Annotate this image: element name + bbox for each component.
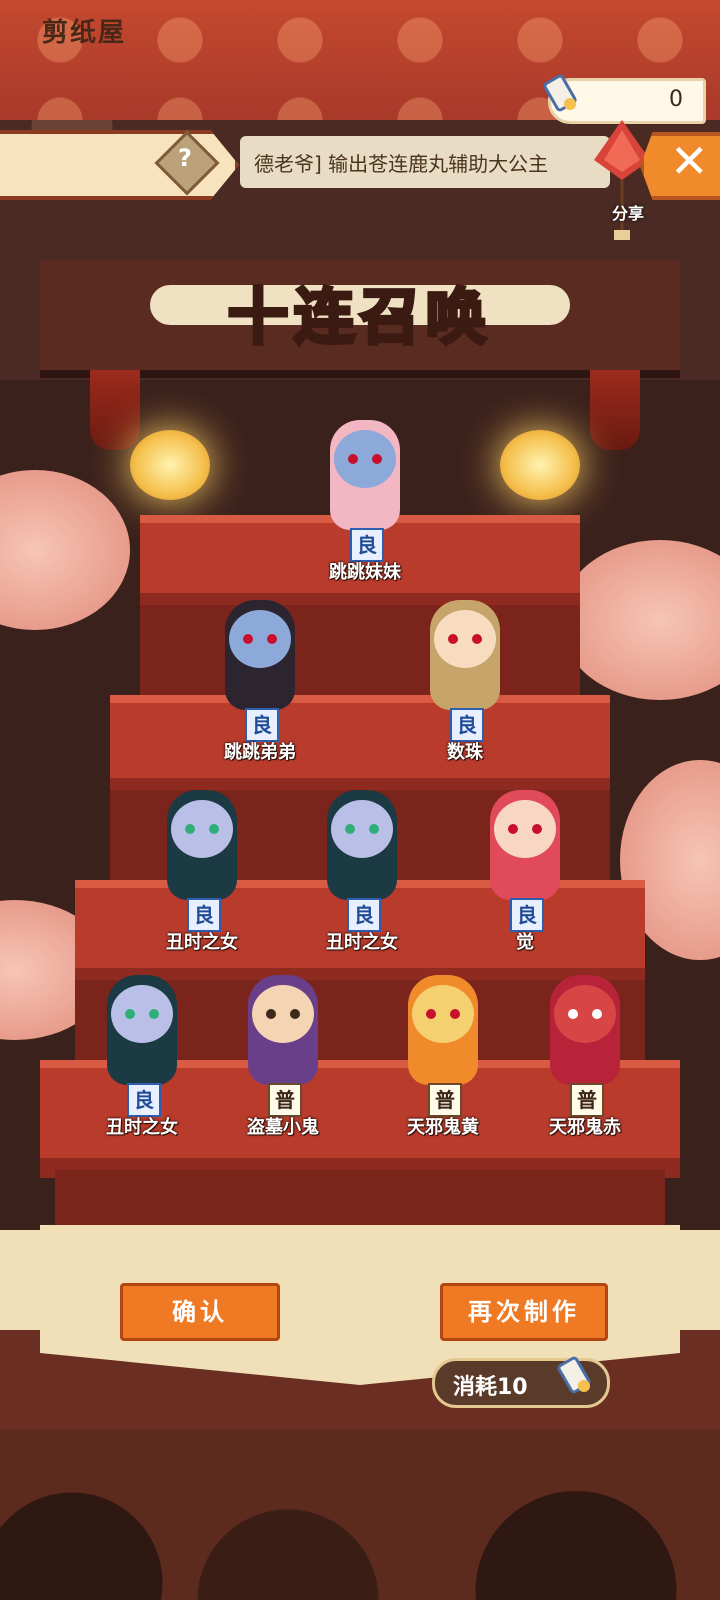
stair-base (55, 1170, 665, 1230)
page-title: 剪纸屋 (42, 18, 127, 48)
character-name: 觉 (516, 932, 534, 953)
eye (450, 1009, 460, 1019)
banner-title: 十连召唤 (226, 281, 492, 355)
eye (348, 454, 358, 464)
result-card[interactable]: 普 天邪鬼赤 (530, 975, 640, 1138)
result-card[interactable]: 良 丑时之女 (307, 790, 417, 953)
eye (508, 824, 518, 834)
eye (149, 1009, 159, 1019)
marquee-text: 德老爷] 输出苍连鹿丸辅助大公主 (254, 152, 549, 176)
character-name: 跳跳妹妹 (329, 562, 401, 583)
share-label[interactable]: 分享 (612, 200, 644, 224)
character-name: 天邪鬼黄 (407, 1117, 479, 1138)
bottom-foliage (0, 1430, 720, 1600)
character-head (554, 985, 616, 1043)
tassel-decoration (90, 370, 140, 450)
question-icon: ? (178, 144, 192, 172)
eye (209, 824, 219, 834)
rank-badge: 普 (570, 1083, 604, 1117)
character-name: 盗墓小鬼 (247, 1117, 319, 1138)
eye (472, 634, 482, 644)
paper-charm-icon (557, 1356, 591, 1394)
eye (243, 634, 253, 644)
result-card[interactable]: 良 丑时之女 (147, 790, 257, 953)
rank-badge: 良 (187, 898, 221, 932)
result-card[interactable]: 良 丑时之女 (87, 975, 197, 1138)
eye (372, 454, 382, 464)
character-head (412, 985, 474, 1043)
character-name: 丑时之女 (166, 932, 238, 953)
close-icon[interactable]: ✕ (670, 134, 709, 188)
eye (266, 1009, 276, 1019)
summon-result-screen: 0 剪纸屋 ? 德老爷] 输出苍连鹿丸辅助大公主 分享 ✕ 十连召唤 良 跳跳妹… (0, 0, 720, 1600)
rank-badge: 普 (428, 1083, 462, 1117)
character-head (252, 985, 314, 1043)
character-head (111, 985, 173, 1043)
character-head (434, 610, 496, 668)
rank-badge: 良 (450, 708, 484, 742)
eye (448, 634, 458, 644)
character-name: 丑时之女 (326, 932, 398, 953)
eye (426, 1009, 436, 1019)
result-card[interactable]: 良 跳跳弟弟 (205, 600, 315, 763)
result-card[interactable]: 普 盗墓小鬼 (228, 975, 338, 1138)
currency-value: 0 (669, 87, 683, 112)
rank-badge: 普 (268, 1083, 302, 1117)
character-head (171, 800, 233, 858)
cost-label: 消耗10 (453, 1375, 528, 1400)
eye (532, 824, 542, 834)
eye (592, 1009, 602, 1019)
ten-summon-banner: 十连召唤 (150, 255, 570, 355)
rank-badge: 良 (350, 528, 384, 562)
rank-badge: 良 (245, 708, 279, 742)
rank-badge: 良 (127, 1083, 161, 1117)
eye (568, 1009, 578, 1019)
sakura-tree (0, 470, 130, 630)
rank-badge: 良 (347, 898, 381, 932)
lantern-left (130, 430, 210, 500)
character-head (334, 430, 396, 488)
character-name: 数珠 (447, 742, 483, 763)
result-card[interactable]: 良 觉 (470, 790, 580, 953)
lantern-right (500, 430, 580, 500)
eye (267, 634, 277, 644)
result-card[interactable]: 良 跳跳妹妹 (310, 420, 420, 583)
chat-marquee: 德老爷] 输出苍连鹿丸辅助大公主 (240, 136, 610, 188)
confirm-button[interactable]: 确认 (120, 1283, 280, 1341)
character-head (331, 800, 393, 858)
paper-charm-icon (543, 74, 577, 112)
character-name: 天邪鬼赤 (549, 1117, 621, 1138)
character-name: 丑时之女 (106, 1117, 178, 1138)
character-name: 跳跳弟弟 (224, 742, 296, 763)
summon-again-button[interactable]: 再次制作 (440, 1283, 608, 1341)
tassel-decoration (590, 370, 640, 450)
eye (345, 824, 355, 834)
character-head (494, 800, 556, 858)
result-card[interactable]: 良 数珠 (410, 600, 520, 763)
rank-badge: 良 (510, 898, 544, 932)
eye (290, 1009, 300, 1019)
result-card[interactable]: 普 天邪鬼黄 (388, 975, 498, 1138)
sakura-tree (560, 540, 720, 700)
eye (369, 824, 379, 834)
character-head (229, 610, 291, 668)
eye (185, 824, 195, 834)
eye (125, 1009, 135, 1019)
